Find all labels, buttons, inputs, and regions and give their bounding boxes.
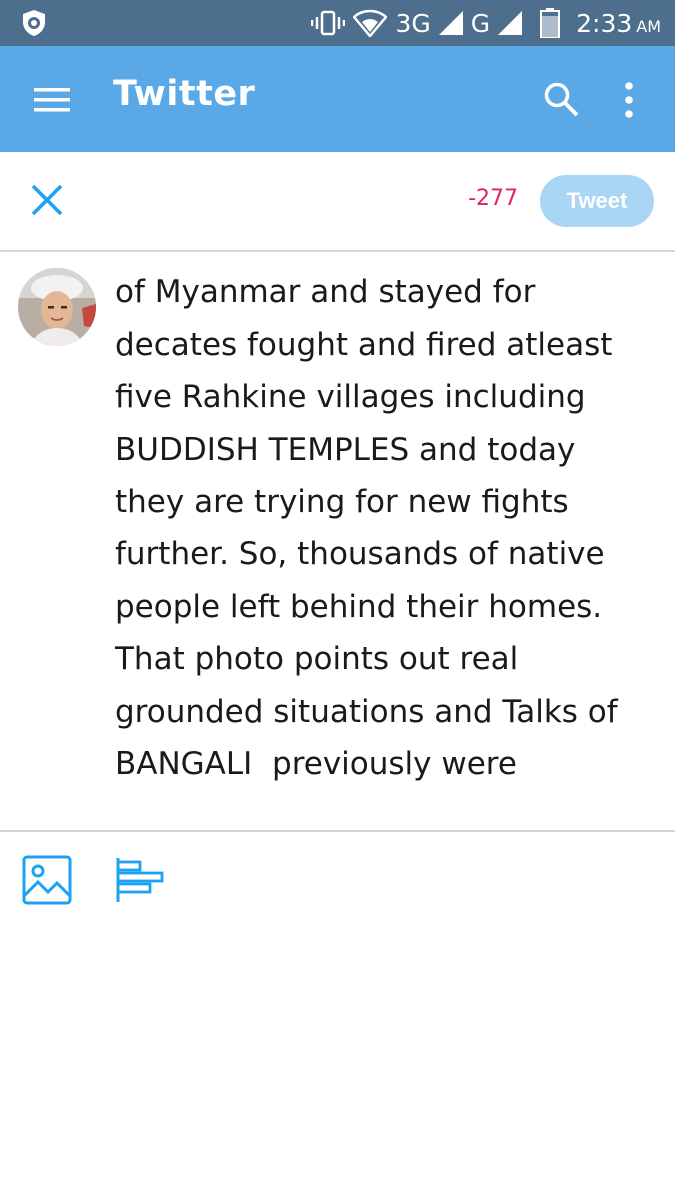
vibrate-icon (311, 10, 346, 36)
hamburger-menu-icon[interactable] (34, 86, 70, 114)
tweet-text-line (115, 252, 655, 266)
tweet-button[interactable]: Tweet (540, 175, 654, 227)
tweet-text-line: That photo points out real (115, 641, 519, 678)
avatar[interactable] (18, 268, 96, 346)
clock-time: 2:33 (576, 8, 633, 38)
tweet-text-line: grounded situations and Talks of (115, 693, 618, 730)
tweet-text-line: people left behind their homes. (115, 588, 603, 625)
tweet-text-line: of Myanmar and stayed for (115, 274, 536, 311)
image-icon[interactable] (22, 855, 72, 905)
avatar-image (18, 268, 96, 346)
character-count: -277 (468, 186, 518, 211)
app-title: Twitter (113, 74, 256, 114)
battery-icon (540, 8, 561, 38)
shield-icon (23, 10, 45, 36)
compose-area: of Myanmar and stayed for decates fought … (0, 252, 675, 830)
clock-ampm: AM (636, 16, 661, 36)
network-type: 3G (395, 8, 431, 38)
divider (0, 830, 675, 832)
status-bar: 3G G 2:33 AM (0, 0, 675, 46)
search-icon[interactable] (543, 81, 579, 117)
app-bar: Twitter (0, 46, 675, 152)
network-type-2: G (470, 8, 491, 38)
signal-icon (438, 11, 463, 35)
compose-toolbar: -277 Tweet (0, 152, 675, 252)
close-icon[interactable] (30, 183, 64, 217)
tweet-text-line: BUDDISH TEMPLES and today (115, 431, 576, 468)
poll-icon[interactable] (116, 857, 166, 903)
tweet-text-line: further. So, thousands of native (115, 536, 605, 573)
clock: 2:33 AM (576, 9, 661, 38)
tweet-text-line: they are trying for new fights (115, 484, 569, 521)
signal-icon-2 (498, 11, 523, 35)
tweet-text-input[interactable]: of Myanmar and stayed for decates fought … (115, 252, 655, 790)
tweet-text-line: decates fought and fired atleast (115, 326, 613, 363)
tweet-text-line: five Rahkine villages including (115, 379, 586, 416)
status-icons: 3G G 2:33 AM (311, 0, 661, 46)
wifi-icon (353, 9, 388, 37)
tweet-text-line: BANGALI previously were (115, 746, 517, 783)
more-vertical-icon[interactable] (620, 81, 638, 119)
